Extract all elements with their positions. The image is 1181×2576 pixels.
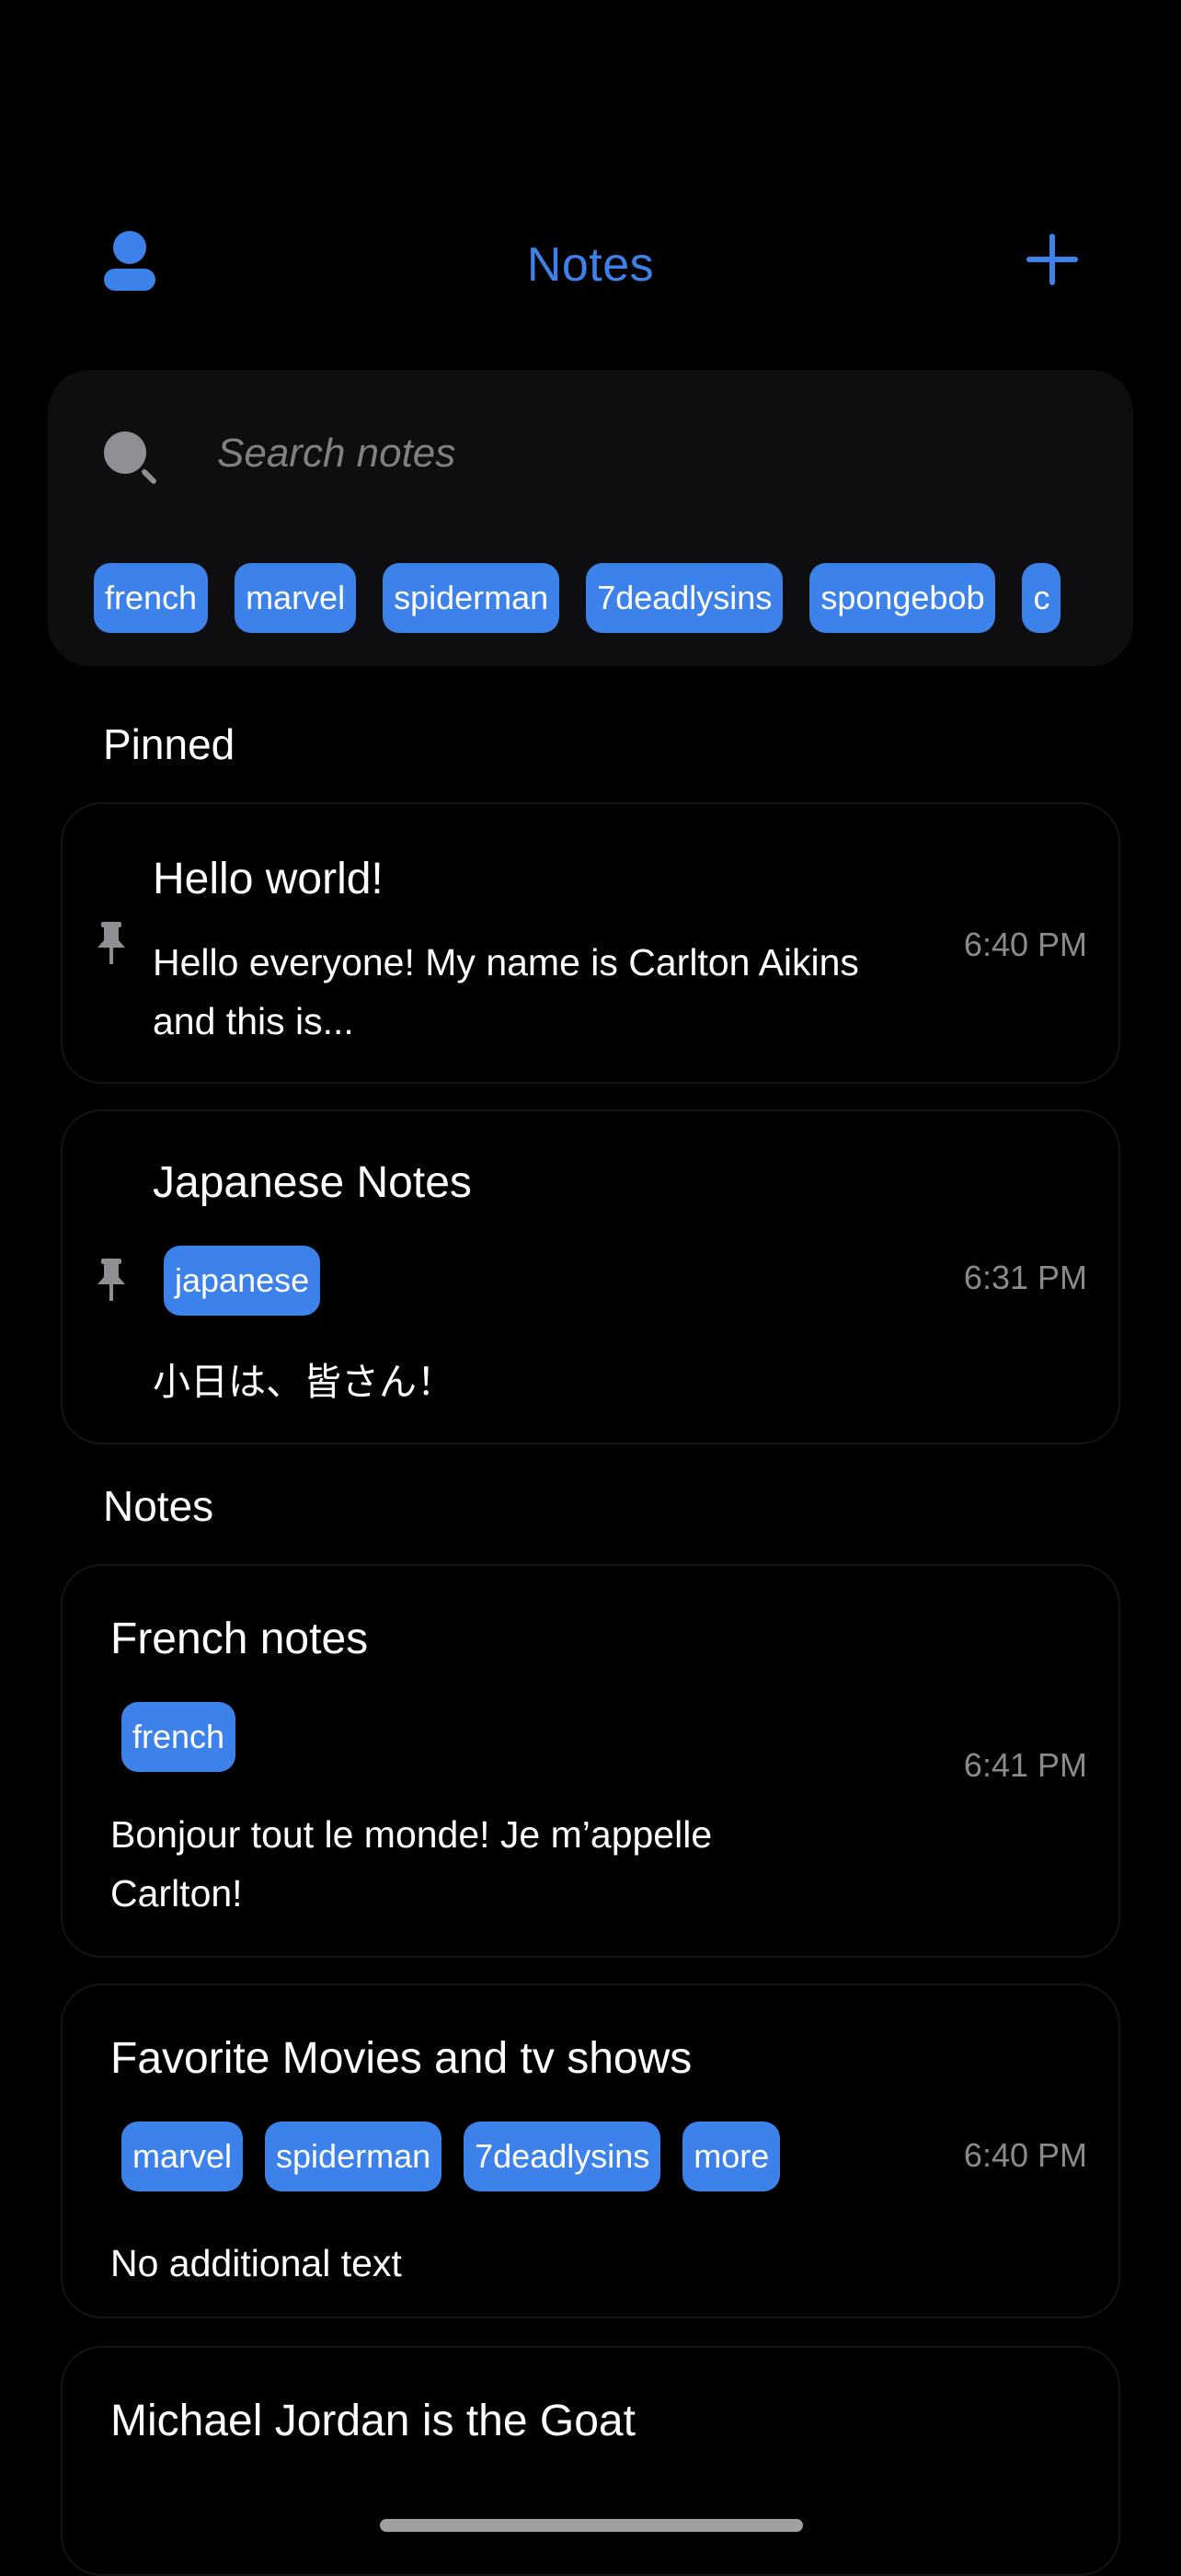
note-card[interactable]: French notes french Bonjour tout le mond… (61, 1564, 1120, 1958)
note-card[interactable]: Japanese Notes japanese 小日は、皆さん！ 6:31 PM (61, 1110, 1120, 1444)
section-header-notes: Notes (103, 1482, 214, 1530)
note-card[interactable]: Favorite Movies and tv shows marvel spide… (61, 1984, 1120, 2318)
filter-tag[interactable]: french (94, 563, 209, 633)
filter-tag[interactable]: spiderman (383, 563, 560, 633)
filter-tag[interactable]: marvel (235, 563, 357, 633)
filter-tag[interactable]: c (1022, 563, 1061, 633)
note-time: 6:41 PM (963, 1746, 1087, 1784)
note-time: 6:40 PM (963, 2136, 1087, 2174)
search-icon (104, 431, 156, 484)
more-tags-button[interactable]: more (682, 2122, 781, 2191)
filter-tag[interactable]: 7deadlysins (586, 563, 784, 633)
note-tag-list: marvel spiderman 7deadlysins more (121, 2122, 802, 2195)
note-title: Hello world! (153, 855, 384, 903)
search-input[interactable] (217, 421, 1045, 486)
note-time: 6:40 PM (963, 926, 1087, 963)
nav-header: Notes (0, 184, 1181, 350)
note-preview: Hello everyone! My name is Carlton Aikin… (153, 941, 859, 1042)
note-preview: No additional text (110, 2242, 402, 2284)
home-indicator[interactable] (380, 2519, 803, 2532)
note-tag-list: japanese (164, 1246, 342, 1319)
note-tag[interactable]: japanese (164, 1246, 321, 1316)
note-tag-list: french (121, 1702, 258, 1776)
note-preview: 小日は、皆さん！ (153, 1361, 454, 1403)
note-card[interactable]: Michael Jordan is the Goat (61, 2346, 1120, 2576)
pin-icon (97, 1259, 125, 1301)
note-tag[interactable]: spiderman (265, 2122, 442, 2191)
tag-filter-list[interactable]: french marvel spiderman 7deadlysins spongebo… (94, 563, 1117, 637)
note-tag[interactable]: 7deadlysins (464, 2122, 661, 2191)
pin-icon (97, 922, 125, 964)
note-time: 6:31 PM (963, 1259, 1087, 1296)
search-bar[interactable] (101, 421, 1095, 486)
note-title: Favorite Movies and tv shows (110, 2034, 693, 2083)
filter-tag[interactable]: spongebob (809, 563, 996, 633)
plus-icon (1026, 234, 1078, 285)
search-panel: french marvel spiderman 7deadlysins spongebo… (48, 370, 1133, 666)
add-note-button[interactable] (1017, 224, 1087, 294)
note-tag[interactable]: french (121, 1702, 236, 1772)
note-title: Michael Jordan is the Goat (110, 2397, 636, 2445)
note-tag[interactable]: marvel (121, 2122, 244, 2191)
section-header-pinned: Pinned (103, 720, 235, 768)
note-card[interactable]: Hello world! Hello everyone! My name is … (61, 802, 1120, 1084)
note-title: French notes (110, 1615, 369, 1663)
note-preview: Bonjour tout le monde! Je m’appelle Carl… (110, 1813, 713, 1915)
note-title: Japanese Notes (153, 1158, 472, 1207)
page-title: Notes (526, 238, 655, 292)
